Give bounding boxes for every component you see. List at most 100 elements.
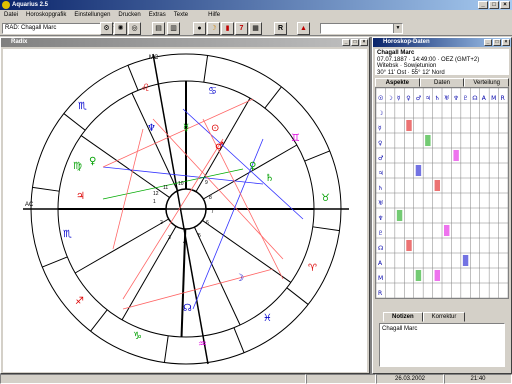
planet-header-icon: A: [378, 260, 383, 267]
birth-info: Chagall Marc 07.07.1887 · 14:49:00 · OEZ…: [375, 49, 509, 76]
maximize-button[interactable]: □: [489, 1, 499, 9]
planet-icon: ♄: [265, 173, 274, 184]
aspect-line: [152, 118, 284, 260]
house-number: 7: [211, 209, 214, 215]
house-number: 4: [183, 240, 186, 246]
minimize-button[interactable]: _: [342, 39, 350, 46]
planet-icon: ♀: [249, 161, 256, 172]
close-button[interactable]: ×: [360, 39, 368, 46]
planet-icon: ☊: [183, 303, 192, 314]
seven-button[interactable]: 7: [235, 22, 248, 35]
planet-header-icon: ♀: [406, 95, 410, 102]
notes-textarea[interactable]: Chagall Marc: [379, 323, 505, 367]
wheel-icon[interactable]: ⚙: [100, 22, 113, 35]
tab-daten[interactable]: Daten: [419, 78, 465, 87]
zodiac-sign-icon: ♊: [291, 133, 300, 144]
close-button[interactable]: ×: [502, 39, 510, 46]
menu-horoskopgrafik[interactable]: Horoskopgrafik: [22, 10, 70, 20]
aspect-cell: [415, 270, 422, 281]
aspect-cell: [406, 120, 412, 131]
radix-window-title-bar[interactable]: Radix _ □ ×: [1, 38, 369, 47]
zodiac-divider: [286, 287, 309, 305]
planet-header-icon: ☉: [378, 95, 383, 102]
zodiac-divider: [32, 186, 60, 192]
menu-einstellungen[interactable]: Einstellungen: [70, 10, 114, 20]
planet-header-icon: ♅: [378, 200, 383, 207]
tab-notizen[interactable]: Notizen: [383, 312, 423, 322]
status-panel-empty: [306, 374, 376, 384]
planet-icon: ⊙: [211, 123, 219, 134]
menu-extras[interactable]: Extras: [145, 10, 170, 20]
globe-icon[interactable]: ●: [193, 22, 206, 35]
planet-header-icon: ☽: [378, 110, 383, 117]
house-number: 1: [153, 199, 156, 205]
zodiac-sign-icon: ♉: [321, 193, 330, 204]
maximize-button[interactable]: □: [351, 39, 359, 46]
horoscope-chart-area: MC AC 1 2 3 4 5 6 7 8 9 10 11 12 ♏ ♌ ♋ ♊ ♉ ♈ ♓ ♒ ♑ ♐ ♏ ♍ ☽ ♀ ♂ ☿ ⊙ ♄ ♃ ♀ ☊…: [3, 49, 367, 372]
zodiac-sign-icon: ♏: [78, 101, 87, 112]
planet-header-icon: ♀: [378, 140, 382, 147]
zodiac-divider: [63, 113, 86, 131]
zodiac-sign-icon: ♌: [141, 83, 150, 94]
zodiac-divider: [264, 86, 282, 109]
grid-icon[interactable]: ▦: [249, 22, 262, 35]
minimize-button[interactable]: _: [484, 39, 492, 46]
zodiac-divider: [90, 309, 108, 332]
zodiac-sign-icon: ♓: [263, 313, 272, 324]
house-number: 11: [163, 185, 168, 191]
mc-label: MC: [149, 55, 159, 61]
moon-sun-icon[interactable]: ☽: [207, 22, 220, 35]
planet-header-icon: ♃: [378, 170, 383, 177]
person-select-value: RAD: Chagall Marc: [5, 25, 57, 31]
planet-header-icon: ☊: [378, 245, 383, 252]
planet-icon: ☽: [235, 273, 244, 284]
menu-drucken[interactable]: Drucken: [114, 10, 144, 20]
filter-select[interactable]: ▼: [320, 23, 403, 34]
app-title-bar: Aquarius 2.5 _ □ ×: [0, 0, 512, 10]
planet-header-icon: R: [501, 95, 505, 102]
planet-header-icon: M: [378, 275, 383, 282]
horoscope-data-window: Horoskop-Daten _ □ × Chagall Marc 07.07.…: [372, 37, 512, 374]
planet-header-icon: ♆: [453, 95, 458, 102]
wheel-gear-icon[interactable]: ✺: [114, 22, 127, 35]
house-number: 3: [168, 235, 171, 241]
house-number: 12: [153, 191, 159, 197]
tab-verteilung[interactable]: Verteilung: [464, 78, 510, 87]
menu-hilfe[interactable]: Hilfe: [204, 10, 224, 20]
print-preview-icon[interactable]: ▥: [167, 22, 180, 35]
chevron-down-icon[interactable]: ▼: [393, 24, 402, 33]
aspect-line: [122, 268, 274, 310]
wheel-target-icon[interactable]: ◎: [128, 22, 141, 35]
house-number: 6: [206, 220, 209, 226]
ac-label: AC: [25, 202, 34, 208]
planet-header-icon: ☿: [378, 125, 382, 132]
minimize-button[interactable]: _: [478, 1, 488, 9]
menu-texte[interactable]: Texte: [170, 10, 192, 20]
tab-aspekte[interactable]: Aspekte: [375, 78, 420, 87]
planet-header-icon: ♅: [444, 95, 449, 102]
aspect-cell: [462, 255, 469, 266]
maximize-button[interactable]: □: [493, 39, 501, 46]
data-window-title: Horoskop-Daten: [383, 39, 430, 45]
r-button[interactable]: R: [274, 22, 287, 35]
data-tabs: Aspekte Daten Verteilung: [375, 78, 510, 87]
bar-chart-icon[interactable]: ▮: [221, 22, 234, 35]
aspect-cell: [406, 240, 412, 251]
zodiac-sign-icon: ♒: [198, 339, 207, 350]
notes-text: Chagall Marc: [382, 326, 418, 332]
tab-korrektur[interactable]: Korrektur: [422, 312, 466, 322]
radix-title: Radix: [11, 39, 28, 45]
menu-datei[interactable]: Datei: [0, 10, 22, 20]
alert-triangle-icon[interactable]: ▲: [297, 22, 310, 35]
data-window-title-bar[interactable]: Horoskop-Daten _ □ ×: [373, 38, 511, 47]
aspect-grid-svg: ☉☉ ☽☽☿☿♀♀♂♂♃♃♄♄♅♅♆♆♇♇☊☊AAMMRR: [375, 87, 509, 299]
print-icon[interactable]: ▤: [152, 22, 165, 35]
aspect-line: [102, 98, 254, 168]
aspect-cell: [415, 165, 422, 176]
zodiac-divider: [312, 226, 340, 232]
planet-header-icon: ♇: [378, 230, 383, 237]
planet-header-icon: ☿: [397, 95, 401, 102]
planet-header-icon: ☽: [387, 95, 392, 102]
close-button[interactable]: ×: [500, 1, 510, 9]
aspect-grid: ☉ ☉ ☽ ☽ ☿ ☿ ♀ ♀ ♂ ♂ ♃ ♃ ♄ ♄ ♅ ♅ ♆ ♆ ♇ ♇ ☊ ☊ A A M M R R: [375, 87, 509, 299]
